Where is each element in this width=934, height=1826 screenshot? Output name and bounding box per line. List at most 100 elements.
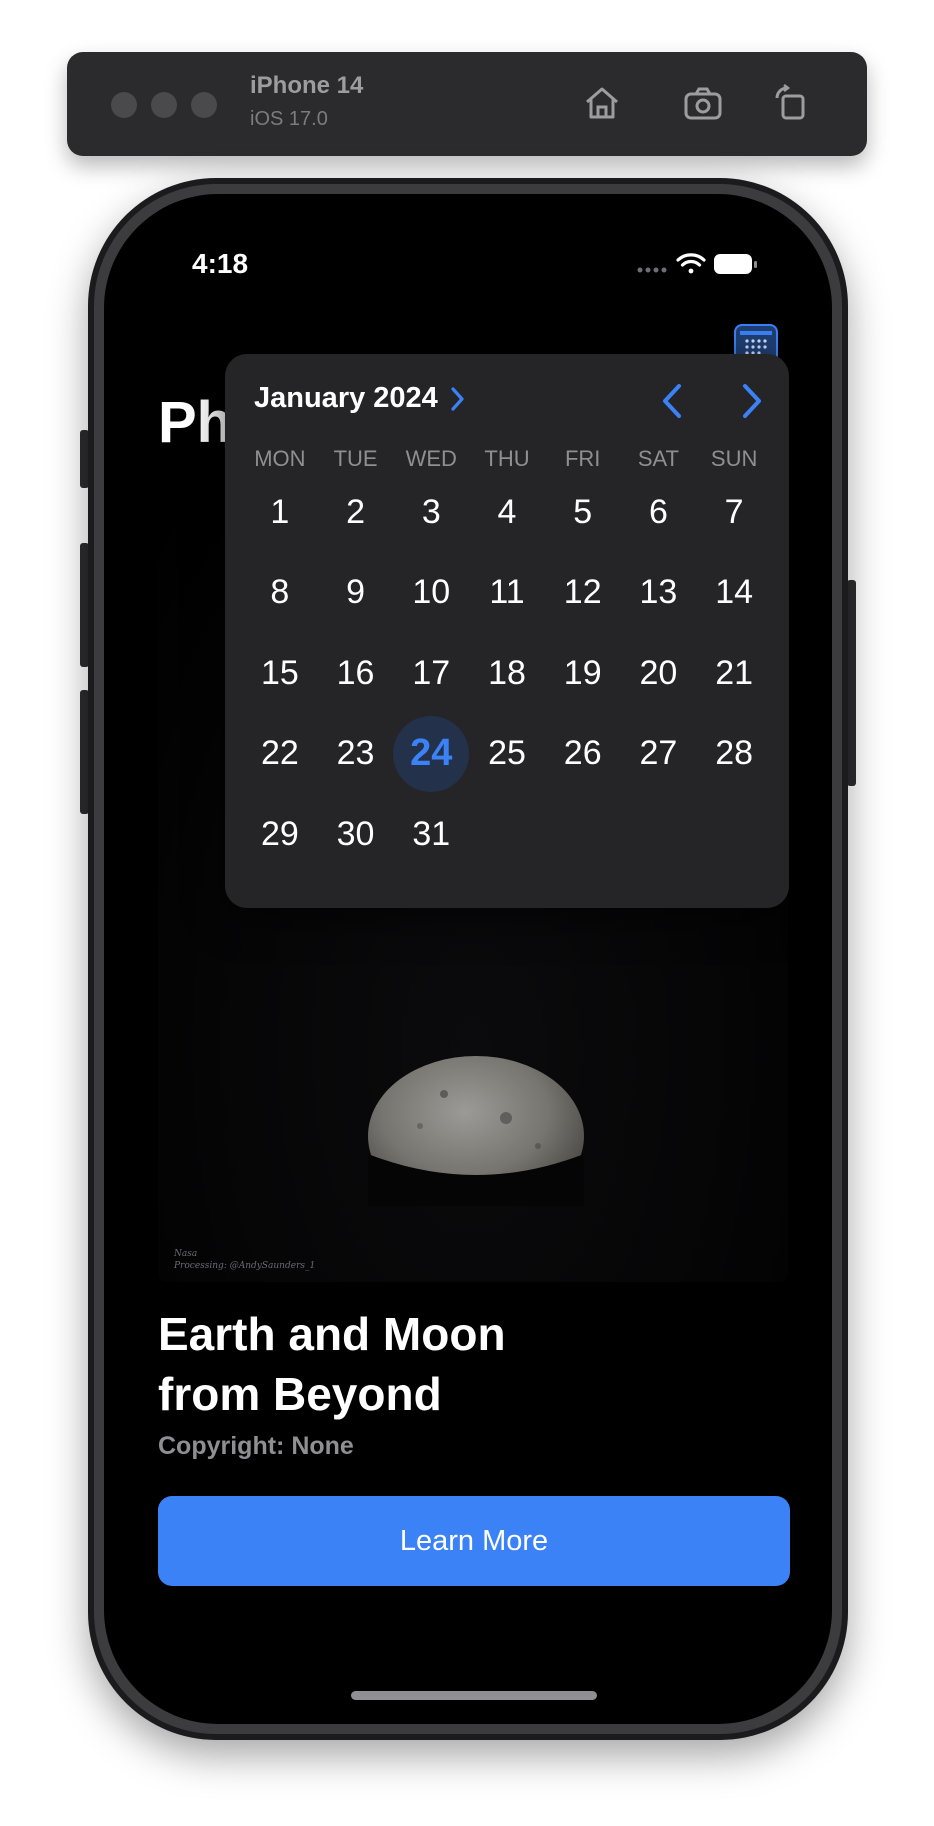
calendar-day[interactable]: 2 [318,472,394,553]
calendar-day-label: 13 [639,573,678,612]
calendar-day[interactable]: 28 [696,714,772,795]
weekday-label: SAT [637,446,679,471]
calendar-day[interactable]: 29 [242,794,318,875]
photo-credit-line: Processing: @AndySaunders_1 [174,1261,316,1271]
calendar-day[interactable]: 17 [393,633,469,714]
calendar-day-label: 29 [260,814,299,853]
calendar-day-label: 28 [715,734,754,773]
cellular-icon [637,267,667,273]
calendar-day[interactable]: 3 [393,472,469,553]
phone-bezel: 4:18 Ph Nasa Processing: @AndySaunders_1… [94,184,842,1734]
calendar-day-label: 19 [563,653,602,692]
calendar-day-label: 21 [715,653,754,692]
chevron-right-icon [451,386,464,411]
learn-more-button[interactable]: Learn More [158,1496,790,1586]
calendar-day-label: 9 [346,573,366,612]
power-button [847,580,856,786]
article-title: Earth and Moon from Beyond [158,1304,718,1424]
weekday-header: MON TUE WED THU FRI SAT SUN [242,446,772,472]
calendar-day-label: 17 [412,653,451,692]
calendar-day[interactable]: 4 [469,472,545,553]
calendar-day[interactable]: 9 [318,553,394,634]
close-window-button[interactable] [111,92,137,118]
calendar-day-label: 2 [346,492,366,531]
month-year-label: January 2024 [254,382,438,414]
article-title-line: from Beyond [158,1368,442,1420]
simulator-toolbar: iPhone 14 iOS 17.0 [67,52,867,156]
calendar-day[interactable]: 6 [621,472,697,553]
calendar-day-label: 30 [336,814,375,853]
weekday-label: TUE [333,446,378,471]
calendar-day[interactable]: 26 [545,714,621,795]
calendar-day-label: 3 [421,492,441,531]
calendar-day[interactable]: 25 [469,714,545,795]
calendar-day[interactable]: 14 [696,553,772,634]
day-grid: 1 2 3 4 5 6 7 8 9 10 11 12 13 14 15 16 17 18 19 20 21 22 23 24 2… [242,472,772,875]
weekday-label: THU [484,446,530,471]
home-indicator[interactable] [351,1691,597,1700]
calendar-day[interactable]: 20 [621,633,697,714]
calendar-day-label: 4 [497,492,517,531]
page-title: Ph [158,390,233,455]
phone-frame: 4:18 Ph Nasa Processing: @AndySaunders_1… [88,178,848,1740]
date-picker-popover: January 2024 MON TUE WED THU FRI SAT SUN… [225,354,789,908]
calendar-day-label: 18 [488,653,526,692]
calendar-day-label: 26 [563,734,602,773]
calendar-day-label: 20 [639,653,678,692]
calendar-day-label: 1 [270,492,290,531]
calendar-day-label: 24 [410,732,453,775]
weekday-label: WED [405,446,457,471]
calendar-day-selected[interactable]: 24 [393,714,470,795]
chevron-left-icon [663,384,681,418]
calendar-day-label: 7 [724,492,744,531]
calendar-day[interactable]: 23 [318,714,394,795]
rotate-icon[interactable] [767,78,817,128]
minimize-window-button[interactable] [151,92,177,118]
calendar-day-label: 22 [260,734,299,773]
calendar-day[interactable]: 1 [242,472,318,553]
photo-credit: Nasa Processing: @AndySaunders_1 [174,1248,315,1272]
calendar-day-label: 10 [412,573,451,612]
chevron-right-icon [743,384,761,418]
calendar-day[interactable]: 16 [318,633,394,714]
calendar-day[interactable]: 10 [393,553,469,634]
calendar-day[interactable]: 13 [621,553,697,634]
photo-credit-line: Nasa [174,1249,198,1259]
calendar-day-label: 11 [489,573,525,612]
home-icon[interactable] [577,78,627,128]
calendar-day-label: 16 [336,653,375,692]
status-icons [636,252,766,276]
calendar-day[interactable]: 5 [545,472,621,553]
calendar-day[interactable]: 12 [545,553,621,634]
calendar-day-label: 8 [270,573,290,612]
calendar-day[interactable]: 31 [393,794,469,875]
previous-month-button[interactable] [655,380,691,422]
phone-screen: 4:18 Ph Nasa Processing: @AndySaunders_1… [104,194,832,1724]
calendar-day-label: 25 [488,734,526,773]
next-month-button[interactable] [733,380,769,422]
calendar-day-label: 14 [715,573,754,612]
calendar-day[interactable]: 30 [318,794,394,875]
battery-icon [714,254,757,274]
calendar-day[interactable]: 11 [469,553,545,634]
screenshot-icon[interactable] [678,78,728,128]
calendar-day[interactable]: 15 [242,633,318,714]
calendar-day[interactable]: 22 [242,714,318,795]
device-name: iPhone 14 [250,72,364,99]
calendar-day-label: 23 [336,734,375,773]
copyright-label: Copyright: None [158,1432,354,1460]
weekday-label: FRI [564,446,601,471]
calendar-day-label: 6 [648,492,668,531]
calendar-day[interactable]: 19 [545,633,621,714]
calendar-day[interactable]: 27 [621,714,697,795]
calendar-day[interactable]: 18 [469,633,545,714]
os-version: iOS 17.0 [250,108,328,130]
calendar-day[interactable]: 21 [696,633,772,714]
zoom-window-button[interactable] [191,92,217,118]
calendar-day[interactable]: 7 [696,472,772,553]
calendar-day[interactable]: 8 [242,553,318,634]
calendar-day-label: 15 [260,653,299,692]
article-title-line: Earth and Moon [158,1308,506,1360]
wifi-icon [676,253,706,274]
month-year-selector[interactable]: January 2024 [254,382,466,415]
